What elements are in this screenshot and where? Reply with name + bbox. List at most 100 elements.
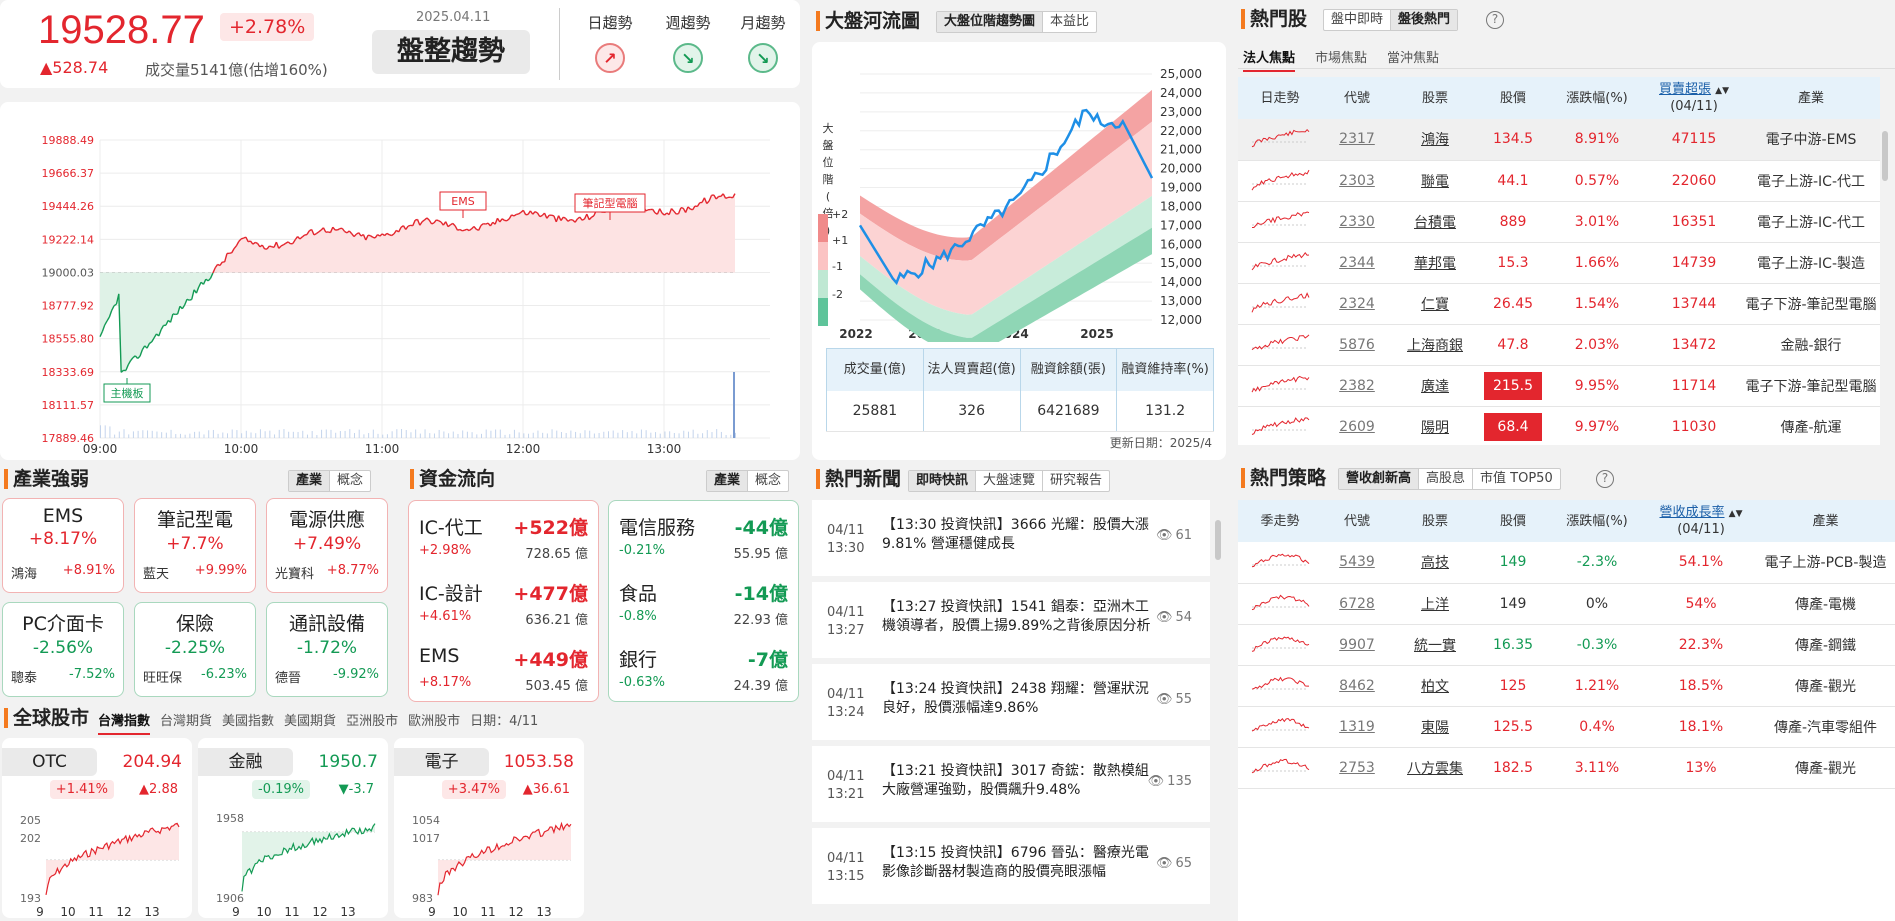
help-icon[interactable]: ? [1596,470,1614,488]
tab-us-index[interactable]: 美國指數 [222,710,274,735]
flow-item[interactable]: EMS +449億 +8.17% 503.45 億 [419,645,588,707]
stock-code[interactable]: 2317 [1322,119,1392,161]
stock-name[interactable]: 柏文 [1392,665,1478,707]
tab-intraday-hot[interactable]: 盤中即時 [1324,10,1392,30]
news-item[interactable]: 04/11 13:15 【13:15 投資快訊】6796 晉弘：醫療光電影像診斷器材… [812,828,1210,904]
global-index-card[interactable]: 金融 1950.7 -0.19% ▼-3.7 1958 1906 9 10 11 12 13 [198,738,388,919]
col-netbuy[interactable]: 買賣超張 ▲▼ (04/11) [1646,77,1742,119]
tab-industry[interactable]: 產業 [289,471,331,491]
scroll-thumb[interactable] [1215,520,1221,560]
tab-us-futures[interactable]: 美國期貨 [284,710,336,735]
volume-bar [593,433,595,438]
tab-research[interactable]: 研究報告 [1043,471,1109,491]
stock-name[interactable]: 上洋 [1392,583,1478,625]
col-rev-growth[interactable]: 營收成長率 ▲▼ (04/11) [1646,500,1756,542]
news-item[interactable]: 04/11 13:30 【13:30 投資快訊】3666 光耀：股價大漲9.81% … [812,500,1210,576]
stock-name[interactable]: 上海商銀 [1392,324,1478,366]
tab-concept[interactable]: 概念 [330,471,370,491]
industry-card[interactable]: 保險 -2.25% 旺旺保 -6.23% [134,602,256,697]
stock-code[interactable]: 5876 [1322,324,1392,366]
news-headline[interactable]: 【13:30 投資快訊】3666 光耀：股價大漲9.81% 營運穩健成長 [882,516,1152,554]
stock-code[interactable]: 8462 [1322,665,1392,707]
help-icon[interactable]: ? [1486,11,1504,29]
news-headline[interactable]: 【13:24 投資快訊】2438 翔耀：營運狀況良好，股價漲幅達9.86% [882,680,1152,718]
stock-name[interactable]: 鴻海 [1392,119,1478,161]
industry-card[interactable]: PC介面卡 -2.56% 聰泰 -7.52% [2,602,124,697]
stock-name[interactable]: 華邦電 [1392,242,1478,284]
tab-revenue-high[interactable]: 營收創新高 [1339,469,1420,489]
industry-card[interactable]: 筆記型電 +7.7% 藍天 +9.99% [134,498,256,593]
stock-code[interactable]: 9907 [1322,624,1392,666]
table-row[interactable]: 2609 陽明 68.4 9.97% 11030 傳產-航運 [1238,406,1880,445]
stock-name[interactable]: 東陽 [1392,706,1478,748]
stock-name[interactable]: 廣達 [1392,365,1478,407]
news-item[interactable]: 04/11 13:27 【13:27 投資快訊】1541 錩泰：亞洲木工機領導者，股… [812,582,1210,658]
stock-name[interactable]: 統一實 [1392,624,1478,666]
stock-code[interactable]: 2303 [1322,160,1392,202]
news-scrollbar[interactable] [1214,500,1222,920]
tab-high-dividend[interactable]: 高股息 [1419,469,1474,489]
stock-code[interactable]: 2324 [1322,283,1392,325]
stock-code[interactable]: 2609 [1322,406,1392,445]
flow-item[interactable]: 銀行 -7億 -0.63% 24.39 億 [619,645,788,707]
table-row[interactable]: 2324 仁寶 26.45 1.54% 13744 電子下游-筆記型電腦 [1238,283,1880,325]
stock-code[interactable]: 1319 [1322,706,1392,748]
stock-code[interactable]: 2753 [1322,747,1392,789]
stock-name[interactable]: 台積電 [1392,201,1478,243]
global-index-card[interactable]: OTC 204.94 +1.41% ▲2.88 205 202 193 9 10 11 12 13 [2,738,192,919]
industry-card[interactable]: EMS +8.17% 鴻海 +8.91% [2,498,124,593]
table-row[interactable]: 2317 鴻海 134.5 8.91% 47115 電子中游-EMS [1238,119,1880,161]
stock-code[interactable]: 6728 [1322,583,1392,625]
tab-after-hours-hot[interactable]: 盤後熱門 [1391,10,1458,30]
table-row[interactable]: 2344 華邦電 15.3 1.66% 14739 電子上游-IC-製造 [1238,242,1880,284]
table-row[interactable]: 1319 東陽 125.5 0.4% 18.1% 傳產-汽車零組件 [1238,706,1895,748]
stock-name[interactable]: 聯電 [1392,160,1478,202]
news-item[interactable]: 04/11 13:21 【13:21 投資快訊】3017 奇鋐：散熱模組大廠營運強勁… [812,746,1210,822]
tab-market-overview[interactable]: 大盤速覽 [976,471,1044,491]
table-row[interactable]: 5876 上海商銀 47.8 2.03% 13472 金融-銀行 [1238,324,1880,366]
tab-tw-futures[interactable]: 台灣期貨 [160,710,212,735]
stock-name[interactable]: 八方雲集 [1392,747,1478,789]
flow-item[interactable]: 電信服務 -44億 -0.21% 55.95 億 [619,513,788,575]
global-index-card[interactable]: 電子 1053.58 +3.47% ▲36.61 1054 1017 983 9 10 11 12 1… [394,738,584,919]
news-headline[interactable]: 【13:15 投資快訊】6796 晉弘：醫療光電影像診斷器材製造商的股價亮眼漲幅 [882,844,1152,882]
weekly-trend[interactable]: 週趨勢 ↘ [658,12,718,73]
flow-item[interactable]: IC-代工 +522億 +2.98% 728.65 億 [419,513,588,575]
flow-item[interactable]: 食品 -14億 -0.8% 22.93 億 [619,579,788,641]
news-headline[interactable]: 【13:21 投資快訊】3017 奇鋐：散熱模組大廠營運強勁，股價飆升9.48% [882,762,1152,800]
daily-trend[interactable]: 日趨勢 ↗ [580,12,640,73]
stock-code[interactable]: 5439 [1322,542,1392,584]
table-row[interactable]: 2753 八方雲集 182.5 3.11% 13% 傳產-觀光 [1238,747,1895,789]
table-row[interactable]: 5439 高技 149 -2.3% 54.1% 電子上游-PCB-製造 [1238,542,1895,584]
table-row[interactable]: 2330 台積電 889 3.01% 16351 電子上游-IC-代工 [1238,201,1880,243]
table-row[interactable]: 8462 柏文 125 1.21% 18.5% 傳產-觀光 [1238,665,1895,707]
monthly-trend[interactable]: 月趨勢 ↘ [733,12,793,73]
stock-name[interactable]: 陽明 [1392,406,1478,445]
intraday-chart[interactable]: 19888.49 19666.37 19444.26 19222.14 19000.03… [0,102,800,460]
hot-scrollbar[interactable] [1881,121,1889,441]
stock-code[interactable]: 2382 [1322,365,1392,407]
stock-name[interactable]: 高技 [1392,542,1478,584]
tab-asia[interactable]: 亞洲股市 [346,710,398,735]
table-row[interactable]: 9907 統一實 16.35 -0.3% 22.3% 傳產-鋼鐵 [1238,624,1895,666]
table-row[interactable]: 2303 聯電 44.1 0.57% 22060 電子上游-IC-代工 [1238,160,1880,202]
tab-europe[interactable]: 歐洲股市 [408,710,460,735]
stock-name[interactable]: 仁寶 [1392,283,1478,325]
news-headline[interactable]: 【13:27 投資快訊】1541 錩泰：亞洲木工機領導者，股價上揚9.89%之背… [882,598,1152,636]
news-item[interactable]: 04/11 13:24 【13:24 投資快訊】2438 翔耀：營運狀況良好，股價漲… [812,664,1210,740]
tab-flow-industry[interactable]: 產業 [707,471,749,491]
tab-flow-concept[interactable]: 概念 [748,471,788,491]
stock-code[interactable]: 2344 [1322,242,1392,284]
industry-card[interactable]: 通訊設備 -1.72% 德晉 -9.92% [266,602,388,697]
tab-realtime-news[interactable]: 即時快訊 [909,471,977,491]
table-row[interactable]: 2382 廣達 215.5 9.95% 11714 電子下游-筆記型電腦 [1238,365,1880,407]
flow-item[interactable]: IC-設計 +477億 +4.61% 636.21 億 [419,579,588,641]
industry-card[interactable]: 電源供應 +7.49% 光寶科 +8.77% [266,498,388,593]
scroll-thumb[interactable] [1882,131,1888,181]
stock-code[interactable]: 2330 [1322,201,1392,243]
table-row[interactable]: 6728 上洋 149 0% 54% 傳產-電機 [1238,583,1895,625]
tab-river-level[interactable]: 大盤位階趨勢圖 [937,12,1044,32]
tab-tw-index[interactable]: 台灣指數 [98,710,151,735]
tab-river-pe[interactable]: 本益比 [1043,12,1096,32]
tab-top50[interactable]: 市值 TOP50 [1473,469,1560,489]
